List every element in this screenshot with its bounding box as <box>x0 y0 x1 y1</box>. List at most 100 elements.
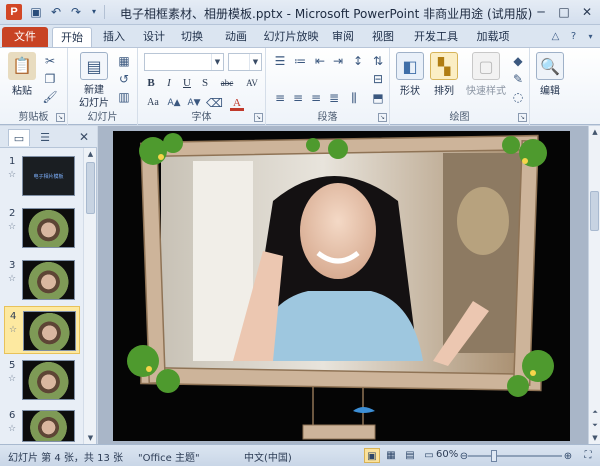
tab-slideshow[interactable]: 幻灯片放映 <box>262 27 320 47</box>
scroll-thumb[interactable] <box>86 162 95 214</box>
tab-design[interactable]: 设计 <box>138 27 170 47</box>
italic-button[interactable]: I <box>162 75 176 91</box>
slide-sorter-icon[interactable]: ▦ <box>383 448 399 463</box>
font-name-combo[interactable]: ▼ <box>144 53 224 71</box>
help-icon[interactable]: ? <box>566 29 581 44</box>
shapes-icon[interactable]: ◧ <box>396 52 424 80</box>
align-center-icon[interactable]: ≡ <box>290 90 306 106</box>
normal-view-icon[interactable]: ▣ <box>364 448 380 463</box>
text-direction-icon[interactable]: ⇅ <box>370 53 386 69</box>
slide-thumbnail[interactable] <box>22 260 75 300</box>
redo-icon[interactable]: ↷ <box>68 4 84 20</box>
slide-thumbnail-row[interactable]: 6 ☆ <box>4 406 80 442</box>
cut-icon[interactable]: ✂ <box>42 53 58 69</box>
scroll-up-icon[interactable]: ▲ <box>589 126 600 138</box>
align-right-icon[interactable]: ≡ <box>308 90 324 106</box>
bold-button[interactable]: B <box>144 75 158 91</box>
fit-to-window-icon[interactable]: ⛶ <box>580 448 596 463</box>
smartart-icon[interactable]: ⬒ <box>370 90 386 106</box>
align-left-icon[interactable]: ≡ <box>272 90 288 106</box>
zoom-level[interactable]: 60% <box>436 449 458 460</box>
minimize-icon[interactable]: ─ <box>530 3 552 21</box>
maximize-icon[interactable]: □ <box>553 3 575 21</box>
quick-styles-icon[interactable]: ▢ <box>472 52 500 80</box>
tab-transitions[interactable]: 切换 <box>176 27 208 47</box>
paragraph-launcher-icon[interactable]: ↘ <box>378 113 387 122</box>
undo-icon[interactable]: ↶ <box>48 4 64 20</box>
reset-icon[interactable]: ↺ <box>116 71 132 87</box>
vertical-scrollbar[interactable]: ▲ ⏶ ⏷ ▼ <box>588 126 600 444</box>
chevron-down-icon[interactable]: ▼ <box>249 54 261 70</box>
scroll-up-icon[interactable]: ▲ <box>84 148 97 160</box>
tab-file[interactable]: 文件 <box>2 27 48 47</box>
char-spacing-button[interactable]: AV <box>242 75 262 91</box>
paste-label[interactable]: 粘贴 <box>6 82 38 97</box>
shape-outline-icon[interactable]: ✎ <box>510 71 526 87</box>
section-icon[interactable]: ▥ <box>116 89 132 105</box>
clipboard-launcher-icon[interactable]: ↘ <box>56 113 65 122</box>
slide-thumbnail[interactable] <box>23 311 76 351</box>
arrange-label[interactable]: 排列 <box>426 82 462 97</box>
font-size-combo[interactable]: ▼ <box>228 53 262 71</box>
tab-animations[interactable]: 动画 <box>220 27 252 47</box>
slide-thumbnail[interactable] <box>22 410 75 442</box>
underline-button[interactable]: U <box>180 75 194 91</box>
slide-thumbnail-row[interactable]: 5 ☆ <box>4 356 80 404</box>
shape-fill-icon[interactable]: ◆ <box>510 53 526 69</box>
shape-effects-icon[interactable]: ◌ <box>510 89 526 105</box>
zoom-slider-handle[interactable] <box>491 450 498 462</box>
decrease-indent-icon[interactable]: ⇤ <box>312 53 328 69</box>
next-slide-icon[interactable]: ⏷ <box>589 419 600 431</box>
strikethrough-button[interactable]: abc <box>216 75 238 91</box>
ribbon-options-icon[interactable]: ▾ <box>583 29 598 44</box>
tab-review[interactable]: 审阅 <box>328 27 358 47</box>
copy-icon[interactable]: ❐ <box>42 71 58 87</box>
layout-icon[interactable]: ▦ <box>116 53 132 69</box>
slide-thumbnail[interactable] <box>22 360 75 400</box>
minimize-ribbon-icon[interactable]: △ <box>548 29 563 44</box>
drawing-launcher-icon[interactable]: ↘ <box>518 113 527 122</box>
scroll-down-icon[interactable]: ▼ <box>84 432 97 444</box>
reading-view-icon[interactable]: ▤ <box>402 448 418 463</box>
previous-slide-icon[interactable]: ⏶ <box>589 406 600 418</box>
scroll-thumb[interactable] <box>590 191 599 231</box>
slides-tab-icon[interactable]: ▭ <box>8 129 30 146</box>
shapes-label[interactable]: 形状 <box>392 82 428 97</box>
font-launcher-icon[interactable]: ↘ <box>254 113 263 122</box>
shadow-button[interactable]: S <box>198 75 212 91</box>
slide-thumbnail-row[interactable]: 1 ☆ 电子相片模板 <box>4 152 80 200</box>
slideshow-view-icon[interactable]: ▭ <box>421 448 437 463</box>
increase-indent-icon[interactable]: ⇥ <box>330 53 346 69</box>
slide-thumbnail-row[interactable]: 3 ☆ <box>4 256 80 304</box>
scroll-down-icon[interactable]: ▼ <box>589 432 600 444</box>
tab-insert[interactable]: 插入 <box>98 27 130 47</box>
new-slide-icon[interactable]: ▤ <box>80 52 108 80</box>
current-slide[interactable] <box>113 131 570 441</box>
customize-icon[interactable]: ▾ <box>86 4 102 20</box>
find-icon[interactable]: 🔍 <box>536 52 564 80</box>
editing-label[interactable]: 编辑 <box>532 82 568 97</box>
save-icon[interactable]: ▣ <box>28 4 44 20</box>
close-icon[interactable]: ✕ <box>576 3 598 21</box>
zoom-in-icon[interactable]: ⊕ <box>562 449 574 464</box>
align-text-icon[interactable]: ⊟ <box>370 71 386 87</box>
tab-developer[interactable]: 开发工具 <box>412 27 460 47</box>
tab-home[interactable]: 开始 <box>52 27 92 47</box>
slide-thumbnail[interactable] <box>22 208 75 248</box>
zoom-slider[interactable] <box>468 455 562 457</box>
language-indicator[interactable]: 中文(中国) <box>244 449 292 464</box>
columns-icon[interactable]: ⫼ <box>346 90 362 106</box>
arrange-icon[interactable]: ▚ <box>430 52 458 80</box>
theme-name[interactable]: "Office 主题" <box>138 449 200 464</box>
quick-styles-label[interactable]: 快速样式 <box>458 82 514 97</box>
close-icon[interactable]: ✕ <box>77 129 91 145</box>
format-painter-icon[interactable]: 🖌 <box>42 89 58 105</box>
chevron-down-icon[interactable]: ▼ <box>211 54 223 70</box>
slide-thumbnail-row-selected[interactable]: 4 ☆ <box>4 306 80 354</box>
panel-scrollbar[interactable]: ▲ ▼ <box>83 148 96 444</box>
tab-view[interactable]: 视图 <box>368 27 398 47</box>
numbering-icon[interactable]: ≔ <box>292 53 308 69</box>
justify-icon[interactable]: ≣ <box>326 90 342 106</box>
line-spacing-icon[interactable]: ↕ <box>350 53 366 69</box>
powerpoint-app-icon[interactable]: P <box>6 4 22 20</box>
